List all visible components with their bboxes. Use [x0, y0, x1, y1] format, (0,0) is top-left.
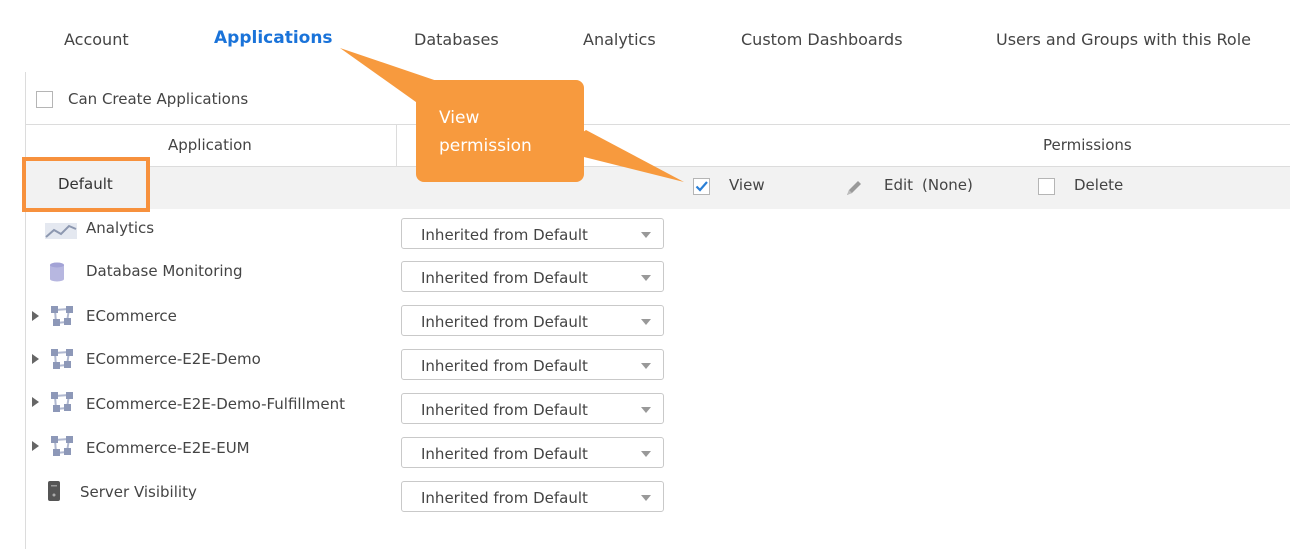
view-permission-callout: View permission	[416, 80, 584, 182]
callout-line-1: View	[439, 108, 480, 128]
tooltip-pointers	[340, 48, 684, 182]
callout-line-2: permission	[439, 136, 532, 156]
